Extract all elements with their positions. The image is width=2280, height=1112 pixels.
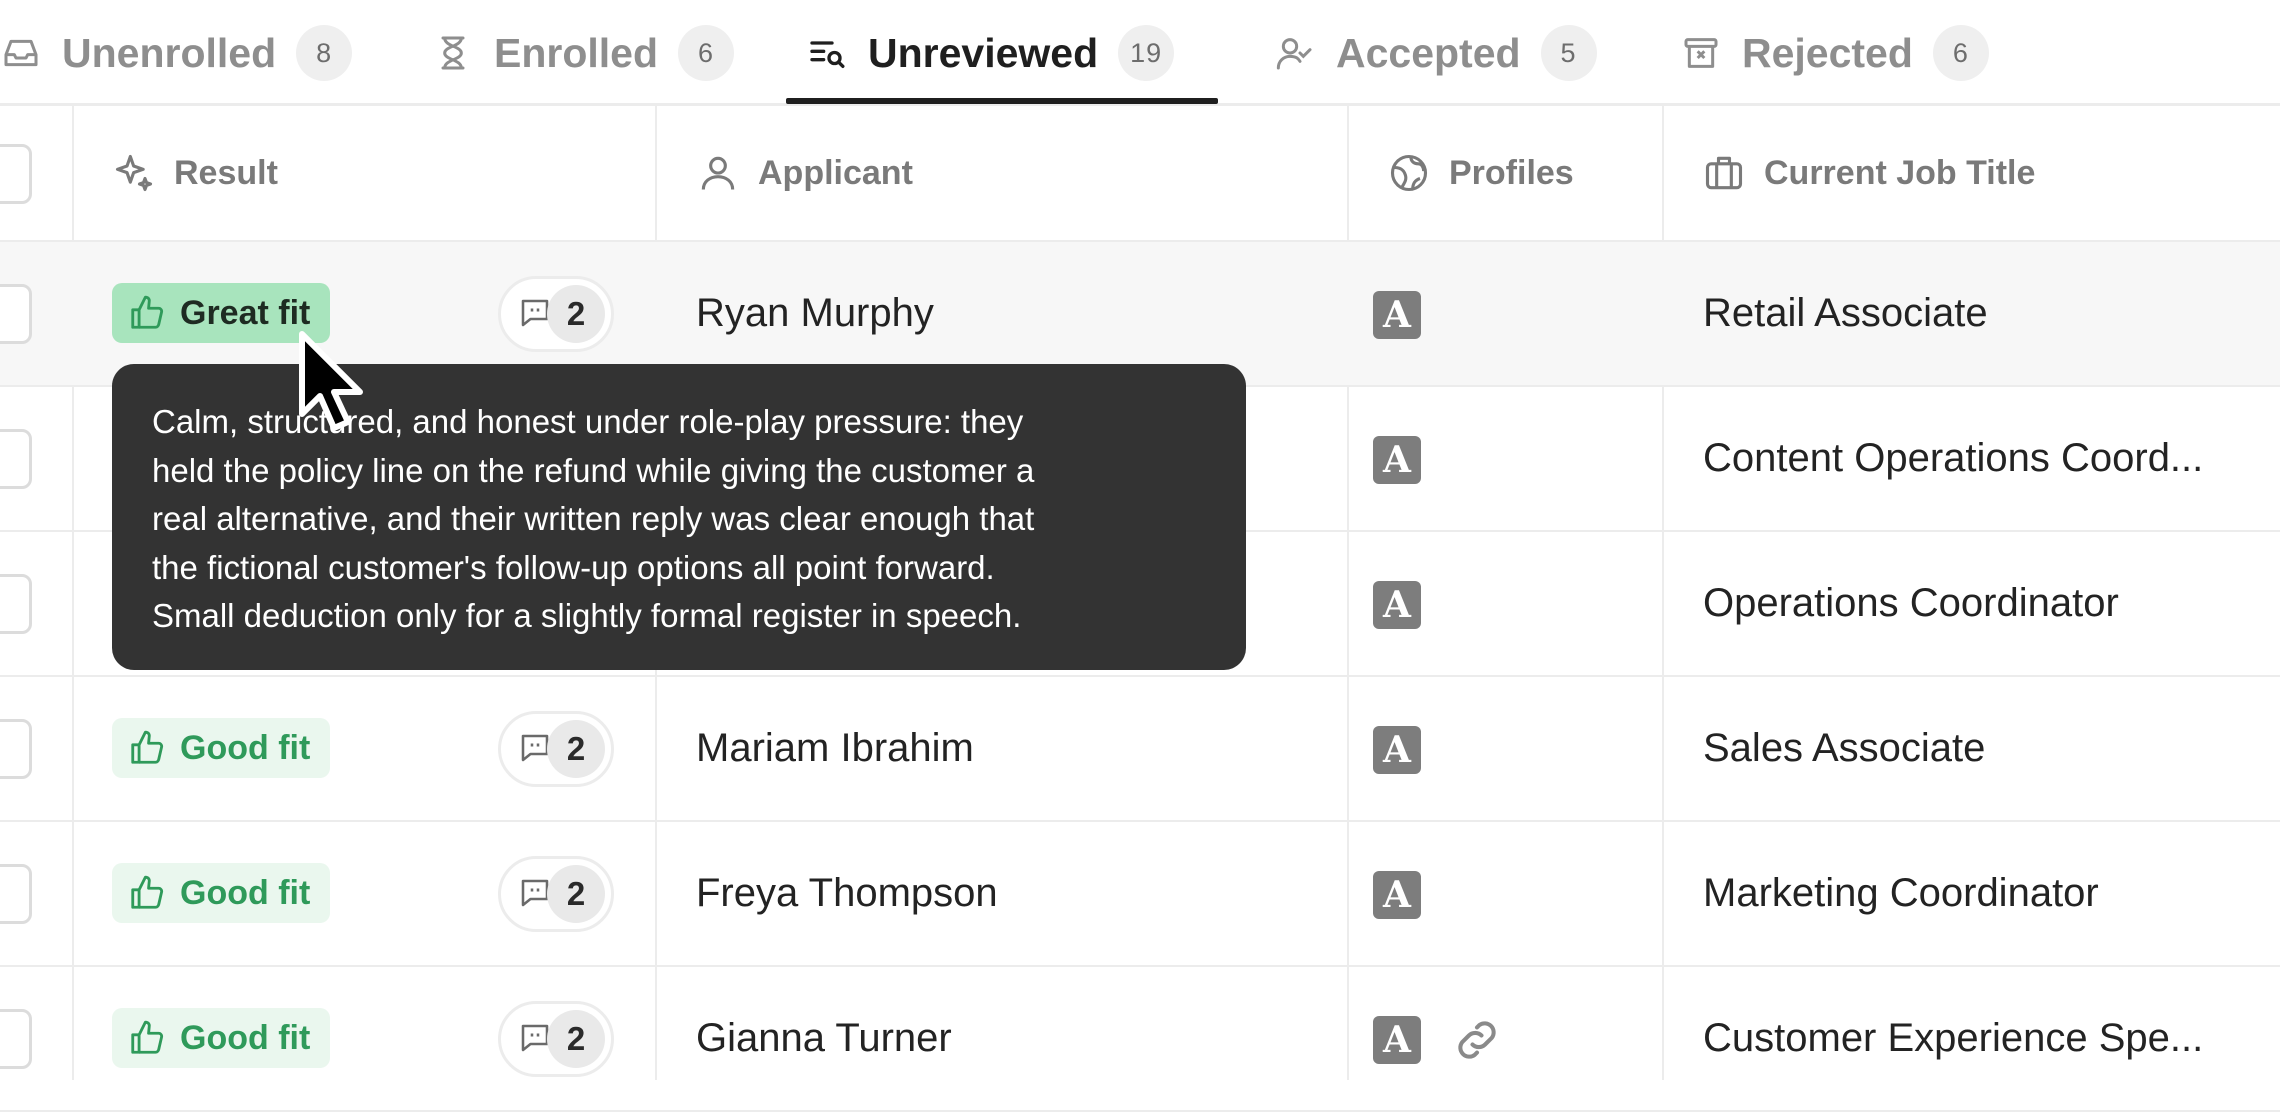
- applicant-name[interactable]: Freya Thompson: [696, 822, 1336, 965]
- comments-button[interactable]: 2: [498, 711, 614, 787]
- result-label: Good fit: [180, 873, 311, 912]
- row-checkbox[interactable]: [0, 574, 32, 634]
- comments-button[interactable]: 2: [498, 1001, 614, 1077]
- profile-a-icon[interactable]: A: [1373, 291, 1421, 339]
- mouse-pointer-icon: [299, 331, 363, 431]
- job-title: Content Operations Coord...: [1703, 436, 2204, 480]
- link-icon[interactable]: [1450, 1013, 1504, 1067]
- applicant-name[interactable]: Gianna Turner: [696, 967, 1336, 1110]
- comments-button[interactable]: 2: [498, 276, 614, 352]
- comment-count: 2: [547, 720, 605, 778]
- tab-rejected[interactable]: Rejected 6: [1680, 0, 1989, 106]
- comment-count: 2: [547, 865, 605, 923]
- column-header-job-title[interactable]: Current Job Title: [1702, 106, 2035, 240]
- tab-bar: Unenrolled 8 Enrolled 6 Unreviewed 19 Ac…: [0, 0, 2280, 106]
- row-checkbox[interactable]: [0, 429, 32, 489]
- result-label: Good fit: [180, 728, 311, 767]
- row-checkbox[interactable]: [0, 719, 32, 779]
- result-badge[interactable]: Good fit: [112, 863, 331, 923]
- tab-count-badge: 8: [296, 25, 353, 81]
- archive-x-icon: [1680, 32, 1722, 74]
- tab-label: Unenrolled: [62, 29, 277, 76]
- row-checkbox[interactable]: [0, 1009, 32, 1069]
- briefcase-icon: [1702, 151, 1746, 195]
- inbox-icon: [0, 32, 42, 74]
- comment-count: 2: [547, 1010, 605, 1068]
- tab-label: Unreviewed: [868, 29, 1099, 76]
- tab-label: Rejected: [1742, 29, 1913, 76]
- thumbs-up-icon: [131, 730, 164, 764]
- tab-label: Accepted: [1336, 29, 1521, 76]
- sparkle-icon: [112, 151, 156, 195]
- column-header-profiles[interactable]: Profiles: [1387, 106, 1574, 240]
- active-tab-indicator: [786, 98, 1218, 104]
- tab-unenrolled[interactable]: Unenrolled 8: [0, 0, 353, 106]
- table-header: Result Applicant Profiles Current Job Ti…: [0, 106, 2280, 242]
- result-badge[interactable]: Good fit: [112, 1008, 331, 1068]
- table-row[interactable]: Good fit 2 Gianna Turner A Customer Expe…: [0, 967, 2280, 1112]
- column-header-label: Profiles: [1449, 153, 1574, 192]
- profile-a-icon[interactable]: A: [1373, 436, 1421, 484]
- tab-count-badge: 5: [1540, 25, 1597, 81]
- tab-accepted[interactable]: Accepted 5: [1274, 0, 1597, 106]
- column-header-label: Result: [174, 153, 278, 192]
- profile-a-icon[interactable]: A: [1373, 871, 1421, 919]
- table-row[interactable]: Good fit 2 Freya Thompson A Marketing Co…: [0, 822, 2280, 967]
- column-header-label: Current Job Title: [1764, 153, 2036, 192]
- column-header-label: Applicant: [758, 153, 913, 192]
- user-icon: [696, 151, 740, 195]
- row-checkbox[interactable]: [0, 864, 32, 924]
- tab-enrolled[interactable]: Enrolled 6: [432, 0, 735, 106]
- tab-label: Enrolled: [494, 29, 659, 76]
- result-label: Good fit: [180, 1018, 311, 1057]
- tab-unreviewed[interactable]: Unreviewed 19: [806, 0, 1175, 106]
- job-title: Retail Associate: [1703, 291, 1988, 335]
- tab-count-badge: 6: [678, 25, 735, 81]
- job-title: Sales Associate: [1703, 726, 1986, 770]
- profile-a-icon[interactable]: A: [1373, 726, 1421, 774]
- applicant-name[interactable]: Mariam Ibrahim: [696, 677, 1336, 820]
- thumbs-up-icon: [131, 1020, 164, 1054]
- comment-count: 2: [547, 285, 605, 343]
- result-badge[interactable]: Good fit: [112, 718, 331, 778]
- profile-a-icon[interactable]: A: [1373, 581, 1421, 629]
- column-header-result[interactable]: Result: [112, 106, 278, 240]
- column-header-applicant[interactable]: Applicant: [696, 106, 913, 240]
- profile-a-icon[interactable]: A: [1373, 1016, 1421, 1064]
- row-checkbox[interactable]: [0, 284, 32, 344]
- globe-icon: [1387, 151, 1431, 195]
- list-search-icon: [806, 32, 848, 74]
- tab-count-badge: 19: [1118, 25, 1175, 81]
- table-row[interactable]: Good fit 2 Mariam Ibrahim A Sales Associ…: [0, 677, 2280, 822]
- job-title: Operations Coordinator: [1703, 581, 2119, 625]
- result-label: Great fit: [180, 293, 311, 332]
- thumbs-up-icon: [131, 295, 164, 329]
- comments-button[interactable]: 2: [498, 856, 614, 932]
- job-title: Marketing Coordinator: [1703, 871, 2099, 915]
- select-all-checkbox[interactable]: [0, 144, 32, 204]
- result-tooltip: Calm, structured, and honest under role-…: [112, 364, 1246, 670]
- hourglass-icon: [432, 32, 474, 74]
- user-check-icon: [1274, 32, 1316, 74]
- thumbs-up-icon: [131, 875, 164, 909]
- tab-count-badge: 6: [1932, 25, 1989, 81]
- job-title: Customer Experience Spe...: [1703, 1016, 2204, 1060]
